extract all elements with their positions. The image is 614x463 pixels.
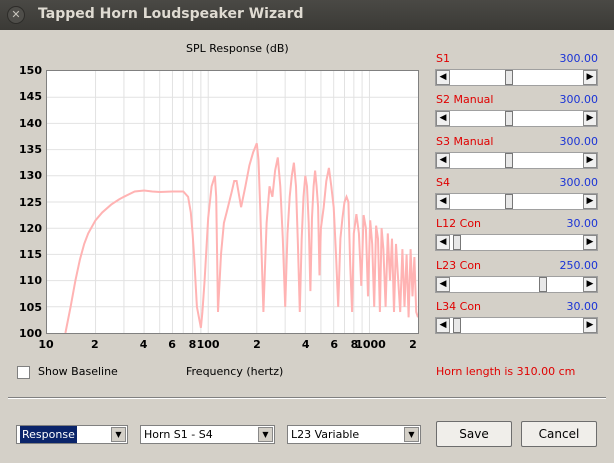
y-tick-label: 120 (19, 221, 42, 235)
chevron-left-icon[interactable]: ◀ (436, 193, 450, 209)
chevron-left-icon[interactable]: ◀ (436, 317, 450, 333)
wizard-window: ✕ Tapped Horn Loudspeaker Wizard SPL Res… (0, 0, 614, 463)
spl-response-line (64, 142, 419, 334)
slider-value-l34: 30.00 (566, 299, 599, 313)
slider-value-s1: 300.00 (559, 52, 599, 65)
slider-l23[interactable]: ◀ ▶ (435, 275, 598, 293)
horn-section-combo[interactable]: Horn S1 - S4 ▼ (140, 425, 275, 444)
horn-length-text: Horn length is 310.00 cm (436, 365, 576, 378)
slider-l12[interactable]: ◀ ▶ (435, 234, 598, 252)
y-tick-label: 135 (19, 142, 42, 156)
chevron-down-icon[interactable]: ▼ (258, 427, 273, 442)
slider-mode: Con (459, 299, 482, 313)
slider-name: L23 (436, 258, 457, 272)
spl-response-chart (47, 71, 419, 334)
show-baseline-checkbox[interactable] (17, 366, 30, 379)
chevron-right-icon[interactable]: ▶ (583, 235, 597, 251)
chevron-left-icon[interactable]: ◀ (436, 276, 450, 292)
slider-value-l12: 30.00 (566, 217, 599, 231)
slider-label-s4: S4 (436, 176, 450, 189)
slider-thumb[interactable] (505, 111, 513, 127)
y-tick-label: 140 (19, 116, 42, 130)
slider-thumb[interactable] (452, 235, 461, 251)
slider-value-s2: 300.00 (559, 93, 599, 107)
x-tick-label: 2 (90, 338, 99, 351)
slider-value-l23: 250.00 (559, 258, 599, 272)
y-tick-label: 125 (19, 195, 42, 209)
close-icon[interactable]: ✕ (7, 6, 25, 24)
slider-name: S2 (436, 93, 450, 107)
x-tick-label: 4 (301, 338, 310, 351)
slider-s2[interactable]: ◀ ▶ (435, 110, 598, 128)
chevron-left-icon[interactable]: ◀ (436, 235, 450, 251)
slider-mode: Manual (453, 93, 494, 107)
window-title: Tapped Horn Loudspeaker Wizard (38, 6, 304, 22)
y-tick-label: 145 (19, 90, 42, 104)
y-tick-label: 150 (19, 64, 42, 77)
chevron-right-icon[interactable]: ▶ (583, 152, 597, 168)
slider-label-s2: S2 Manual (436, 93, 493, 106)
spl-plot-area (46, 70, 419, 334)
slider-s3[interactable]: ◀ ▶ (435, 151, 598, 169)
y-tick-label: 115 (19, 248, 42, 262)
slider-thumb[interactable] (505, 152, 513, 168)
chevron-right-icon[interactable]: ▶ (583, 70, 597, 85)
slider-mode: Con (459, 217, 482, 231)
slider-label-s1: S1 (436, 52, 450, 65)
x-tick-label: 10 (38, 338, 54, 351)
title-bar: ✕ Tapped Horn Loudspeaker Wizard (0, 0, 614, 30)
x-tick-label: 2 (409, 338, 417, 351)
slider-thumb[interactable] (505, 70, 513, 85)
slider-value-s3: 300.00 (559, 134, 599, 148)
chevron-right-icon[interactable]: ▶ (583, 111, 597, 127)
slider-s4[interactable]: ◀ ▶ (435, 192, 598, 210)
variable-combo[interactable]: L23 Variable ▼ (287, 425, 421, 444)
slider-s1[interactable]: ◀ ▶ (435, 69, 598, 86)
slider-thumb[interactable] (452, 317, 461, 333)
y-tick-label: 105 (19, 300, 42, 314)
x-axis-label: Frequency (hertz) (186, 365, 284, 378)
chevron-right-icon[interactable]: ▶ (583, 193, 597, 209)
chevron-right-icon[interactable]: ▶ (583, 317, 597, 333)
slider-l34[interactable]: ◀ ▶ (435, 316, 598, 334)
slider-value-s4: 300.00 (559, 175, 599, 189)
y-tick-label: 110 (19, 274, 42, 288)
x-tick-label: 2 (253, 338, 261, 351)
variable-combo-value: L23 Variable (291, 428, 360, 441)
chart-title: SPL Response (dB) (186, 42, 289, 55)
slider-name: L34 (436, 299, 457, 313)
slider-name: L12 (436, 217, 457, 231)
slider-label-l34: L34 Con (436, 300, 481, 313)
save-button[interactable]: Save (436, 421, 512, 447)
horn-section-combo-value: Horn S1 - S4 (144, 428, 213, 441)
chevron-left-icon[interactable]: ◀ (436, 111, 450, 127)
show-baseline-label: Show Baseline (38, 365, 118, 378)
cancel-button[interactable]: Cancel (521, 421, 597, 447)
chevron-left-icon[interactable]: ◀ (436, 70, 450, 85)
slider-name: S4 (436, 175, 450, 189)
slider-thumb[interactable] (505, 193, 513, 209)
chevron-right-icon[interactable]: ▶ (583, 276, 597, 292)
x-tick-label: 4 (139, 338, 148, 351)
chevron-down-icon[interactable]: ▼ (111, 427, 126, 442)
chevron-left-icon[interactable]: ◀ (436, 152, 450, 168)
slider-mode: Manual (453, 134, 494, 148)
slider-label-l12: L12 Con (436, 217, 481, 230)
slider-thumb[interactable] (538, 276, 547, 292)
slider-name: S3 (436, 134, 450, 148)
chevron-down-icon[interactable]: ▼ (404, 427, 419, 442)
slider-mode: Con (459, 258, 482, 272)
view-combo-value: Response (20, 426, 77, 443)
separator (8, 397, 606, 399)
y-tick-label: 130 (19, 169, 42, 183)
view-combo[interactable]: Response ▼ (16, 425, 128, 444)
slider-label-l23: L23 Con (436, 259, 481, 272)
slider-name: S1 (436, 52, 450, 65)
x-tick-label: 1000 (355, 338, 386, 351)
x-tick-label: 100 (196, 338, 220, 351)
slider-label-s3: S3 Manual (436, 135, 493, 148)
